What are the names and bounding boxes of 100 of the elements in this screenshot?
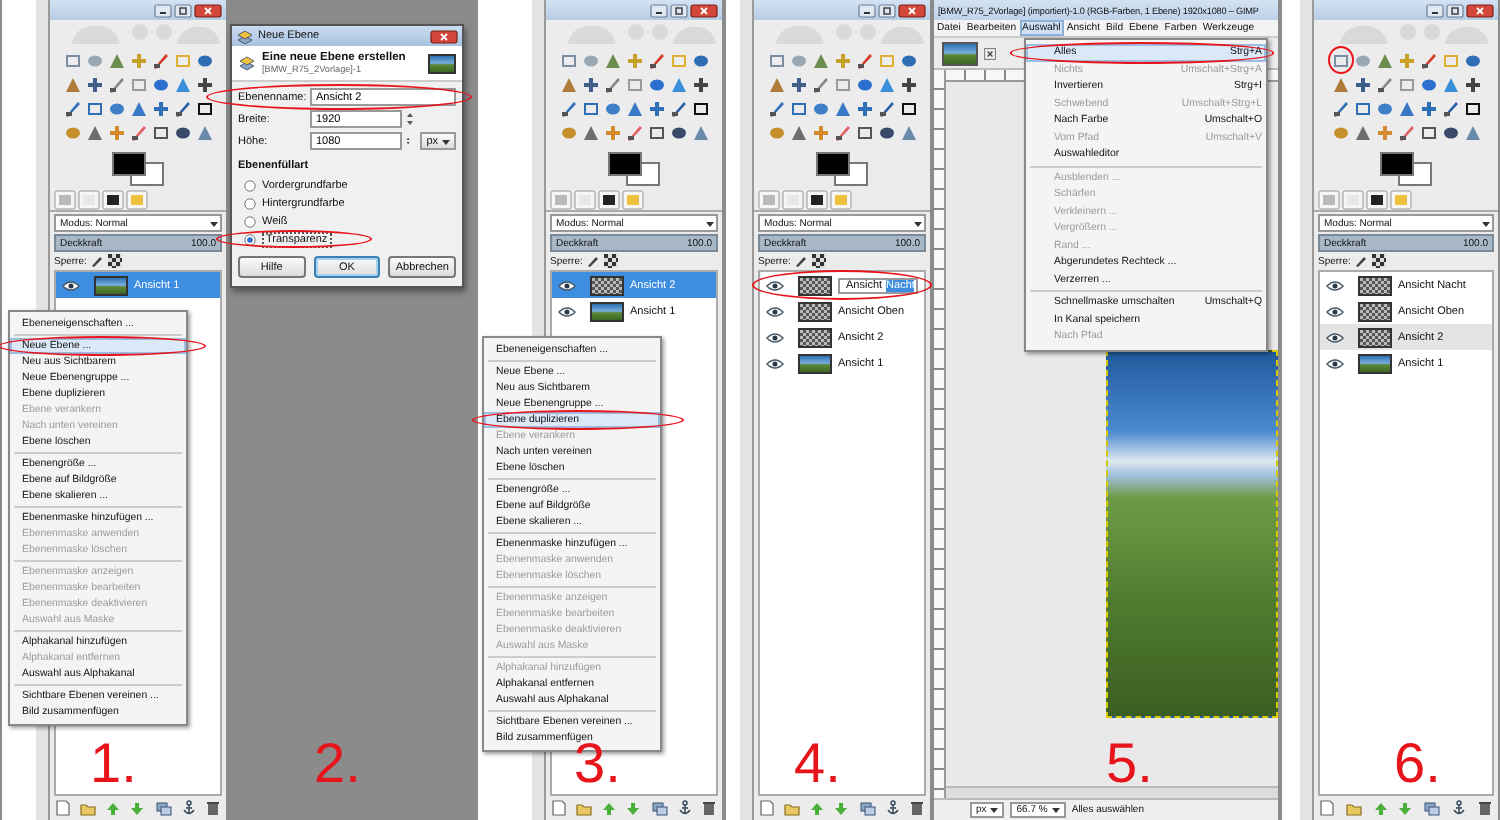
caret-icon xyxy=(440,135,452,147)
tool-icon[interactable] xyxy=(1331,99,1349,117)
radio-button[interactable] xyxy=(244,215,256,227)
dock-tab-icon[interactable] xyxy=(1366,190,1388,210)
maximize-icon[interactable] xyxy=(1446,3,1464,17)
close-icon[interactable] xyxy=(194,3,222,17)
folder-icon[interactable] xyxy=(79,801,96,815)
down-arrow-icon[interactable] xyxy=(834,801,849,815)
maximize-icon[interactable] xyxy=(174,3,192,17)
tool-icon[interactable] xyxy=(1463,75,1481,93)
maximize-icon[interactable] xyxy=(878,3,896,17)
close-icon[interactable] xyxy=(1466,3,1494,17)
tool-icon[interactable] xyxy=(625,123,643,141)
tool-icon[interactable] xyxy=(195,75,213,93)
duplicate-icon[interactable] xyxy=(859,801,876,815)
tool-icon[interactable] xyxy=(559,99,577,117)
tool-icon[interactable] xyxy=(151,51,169,69)
up-arrow-icon[interactable] xyxy=(602,801,617,815)
minimize-icon[interactable] xyxy=(650,3,668,17)
tool-icon[interactable] xyxy=(691,75,709,93)
eye-icon[interactable] xyxy=(766,331,784,343)
tool-icon[interactable] xyxy=(811,75,829,93)
color-swatches-icon[interactable] xyxy=(816,152,868,186)
radio-button[interactable] xyxy=(244,197,256,209)
spinner-arrows-icon[interactable] xyxy=(406,110,414,128)
tool-icon[interactable] xyxy=(173,99,191,117)
trash-icon[interactable] xyxy=(702,800,717,816)
eye-icon[interactable] xyxy=(766,279,784,291)
eye-icon[interactable] xyxy=(62,279,80,291)
checkerboard-thumbnail xyxy=(1358,301,1392,321)
step-number: 5. xyxy=(1106,736,1153,792)
new-page-icon[interactable] xyxy=(551,800,566,816)
folder-icon[interactable] xyxy=(1345,801,1362,815)
up-arrow-icon[interactable] xyxy=(1373,801,1388,815)
new-page-icon[interactable] xyxy=(55,800,70,816)
radio-button[interactable] xyxy=(244,233,256,245)
eye-icon[interactable] xyxy=(1326,305,1344,317)
down-arrow-icon[interactable] xyxy=(130,801,145,815)
dock-tab-icon[interactable] xyxy=(806,190,828,210)
down-arrow-icon[interactable] xyxy=(626,801,641,815)
color-swatches-icon[interactable] xyxy=(1380,152,1432,186)
duplicate-icon[interactable] xyxy=(1424,801,1441,815)
tool-icon[interactable] xyxy=(1397,123,1415,141)
tool-icon[interactable] xyxy=(1375,75,1393,93)
checkerboard-thumbnail xyxy=(798,327,832,347)
trash-icon[interactable] xyxy=(1477,800,1492,816)
anchor-icon[interactable] xyxy=(678,800,693,816)
eye-icon[interactable] xyxy=(558,305,576,317)
dock-tab-icon[interactable] xyxy=(102,190,124,210)
color-swatches-icon[interactable] xyxy=(112,152,164,186)
minimize-icon[interactable] xyxy=(1426,3,1444,17)
eye-icon[interactable] xyxy=(558,279,576,291)
minimize-icon[interactable] xyxy=(154,3,172,17)
checkerboard-icon[interactable] xyxy=(1372,254,1387,268)
folder-icon[interactable] xyxy=(783,801,800,815)
new-page-icon[interactable] xyxy=(1319,800,1334,816)
eye-icon[interactable] xyxy=(766,357,784,369)
close-icon[interactable] xyxy=(984,47,996,59)
anchor-icon[interactable] xyxy=(886,800,901,816)
tool-icon[interactable] xyxy=(855,51,873,69)
up-arrow-icon[interactable] xyxy=(810,801,825,815)
tool-icon[interactable] xyxy=(63,99,81,117)
checkerboard-icon[interactable] xyxy=(108,254,123,268)
tool-icon[interactable] xyxy=(767,99,785,117)
tool-icon[interactable] xyxy=(1441,99,1459,117)
eye-icon[interactable] xyxy=(766,305,784,317)
tool-icon[interactable] xyxy=(1419,51,1437,69)
up-arrow-icon[interactable] xyxy=(106,801,121,815)
color-swatches-icon[interactable] xyxy=(608,152,660,186)
tool-icon[interactable] xyxy=(107,75,125,93)
close-icon[interactable] xyxy=(430,29,458,43)
eye-icon[interactable] xyxy=(1326,357,1344,369)
maximize-icon[interactable] xyxy=(670,3,688,17)
layers-icon xyxy=(238,54,256,72)
checkerboard-icon[interactable] xyxy=(812,254,827,268)
anchor-icon[interactable] xyxy=(182,800,197,816)
folder-icon[interactable] xyxy=(575,801,592,815)
tool-icon[interactable] xyxy=(877,99,895,117)
minimize-icon[interactable] xyxy=(858,3,876,17)
radio-button[interactable] xyxy=(244,179,256,191)
duplicate-icon[interactable] xyxy=(155,801,172,815)
close-icon[interactable] xyxy=(898,3,926,17)
photo-thumbnail[interactable] xyxy=(942,41,978,65)
trash-icon[interactable] xyxy=(206,800,221,816)
tool-icon[interactable] xyxy=(669,99,687,117)
new-page-icon[interactable] xyxy=(759,800,774,816)
down-arrow-icon[interactable] xyxy=(1398,801,1413,815)
dock-tab-icon[interactable] xyxy=(598,190,620,210)
tool-icon[interactable] xyxy=(129,123,147,141)
tool-icon[interactable] xyxy=(647,51,665,69)
duplicate-icon[interactable] xyxy=(651,801,668,815)
close-icon[interactable] xyxy=(690,3,718,17)
anchor-icon[interactable] xyxy=(1452,800,1467,816)
eye-icon[interactable] xyxy=(1326,279,1344,291)
tool-icon[interactable] xyxy=(603,75,621,93)
checkerboard-icon[interactable] xyxy=(604,254,619,268)
tool-icon[interactable] xyxy=(899,75,917,93)
tool-icon[interactable] xyxy=(833,123,851,141)
trash-icon[interactable] xyxy=(910,800,925,816)
eye-icon[interactable] xyxy=(1326,331,1344,343)
